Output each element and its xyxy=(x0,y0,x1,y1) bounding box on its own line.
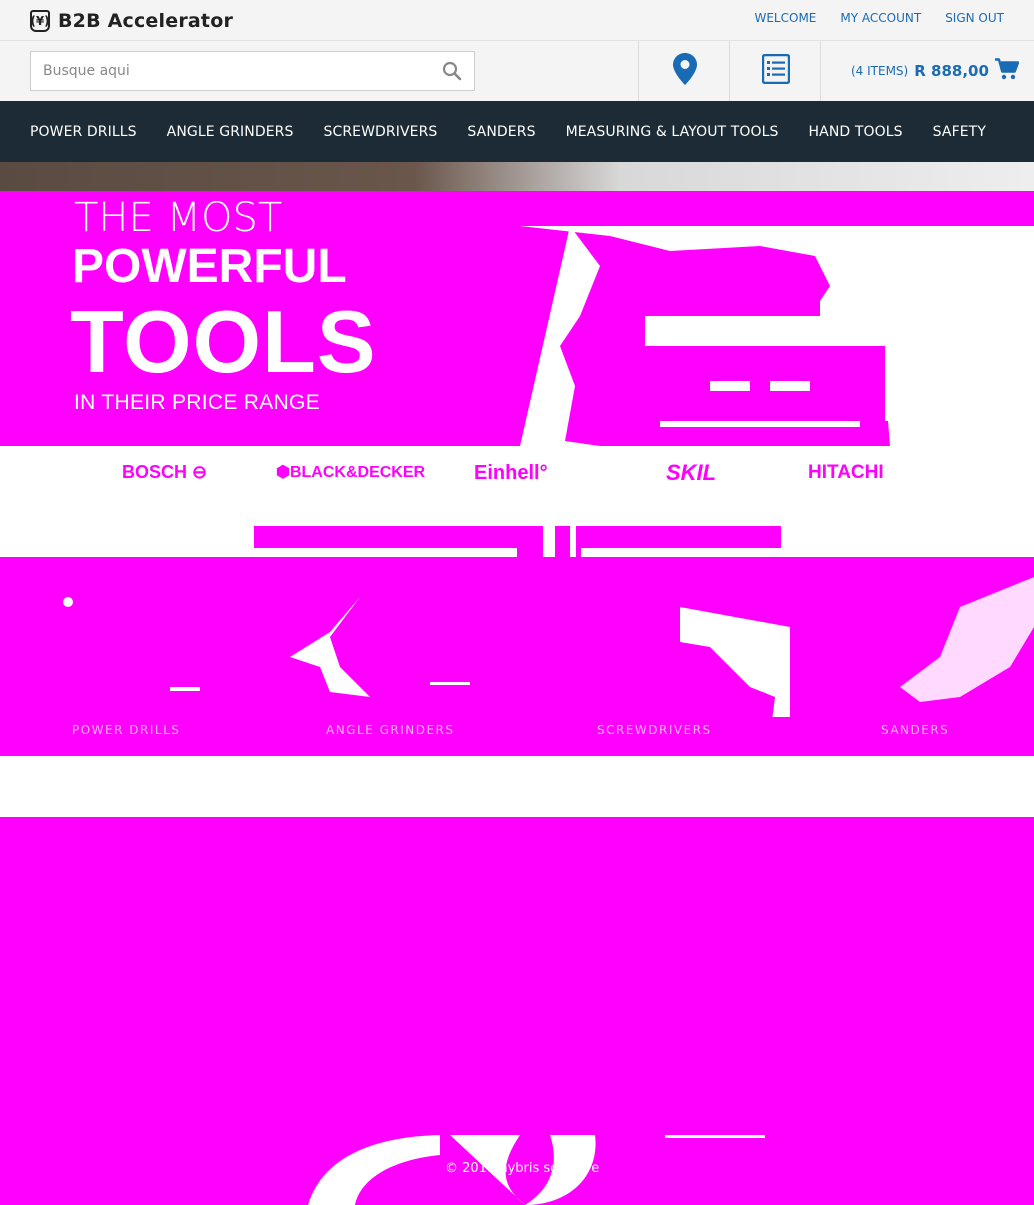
header-tools: (4 ITEMS) R 888,00 xyxy=(0,41,1034,101)
cart-icon xyxy=(994,58,1020,84)
brand-einhell[interactable]: Einhell° xyxy=(474,462,548,485)
store-locator-button[interactable] xyxy=(638,41,730,101)
top-links: WELCOME MY ACCOUNT SIGN OUT xyxy=(754,11,1004,25)
category-image-angle-grinders xyxy=(290,597,470,697)
category-label-angle-grinders[interactable]: ANGLE GRINDERS xyxy=(326,723,455,737)
nav-item-power-drills[interactable]: POWER DRILLS xyxy=(30,124,137,140)
nav-item-screwdrivers[interactable]: SCREWDRIVERS xyxy=(323,124,437,140)
brand-skil[interactable]: SKIL xyxy=(666,460,716,486)
welcome-link[interactable]: WELCOME xyxy=(754,11,816,25)
cart-total: R 888,00 xyxy=(914,62,989,80)
list-icon xyxy=(761,53,790,88)
nav-item-measuring-layout-tools[interactable]: MEASURING & LAYOUT TOOLS xyxy=(566,124,779,140)
logo-mark-icon: (¥) xyxy=(30,9,50,32)
sign-out-link[interactable]: SIGN OUT xyxy=(945,11,1004,25)
drill-image xyxy=(520,226,1034,446)
brand-black-decker[interactable]: ⬢BLACK&DECKER xyxy=(276,462,425,482)
search-icon[interactable] xyxy=(442,61,462,81)
nav-item-safety[interactable]: SAFETY xyxy=(933,124,986,140)
category-image-power-drills xyxy=(63,597,200,691)
nav-item-hand-tools[interactable]: HAND TOOLS xyxy=(809,124,903,140)
cart-item-count: (4 ITEMS) xyxy=(851,64,909,78)
top-bar: (¥) B2B Accelerator WELCOME MY ACCOUNT S… xyxy=(0,0,1034,41)
hero-line2: POWERFUL xyxy=(72,240,347,293)
brand-hitachi[interactable]: HITACHI xyxy=(808,462,884,484)
main-nav: POWER DRILLS ANGLE GRINDERS SCREWDRIVERS… xyxy=(0,101,1034,162)
brand-strip: BOSCH ⊖ ⬢BLACK&DECKER Einhell° SKIL HITA… xyxy=(0,446,1034,526)
location-pin-icon xyxy=(672,53,697,89)
hero-line3: TOOLS xyxy=(70,292,377,391)
logo-glyph: (¥) xyxy=(30,13,50,28)
category-tiles: POWER DRILLS ANGLE GRINDERS SCREWDRIVERS… xyxy=(0,557,1034,756)
quick-order-button[interactable] xyxy=(729,41,821,101)
hero-line1: THE MOST xyxy=(74,195,283,241)
nav-item-sanders[interactable]: SANDERS xyxy=(467,124,535,140)
category-label-sanders[interactable]: SANDERS xyxy=(881,723,949,737)
nav-item-angle-grinders[interactable]: ANGLE GRINDERS xyxy=(167,124,294,140)
category-label-power-drills[interactable]: POWER DRILLS xyxy=(72,723,180,737)
category-label-screwdrivers[interactable]: SCREWDRIVERS xyxy=(597,723,712,737)
search-input[interactable] xyxy=(31,52,431,90)
section-spacer xyxy=(0,756,1034,817)
category-image-screwdrivers xyxy=(680,607,790,717)
brand-bosch[interactable]: BOSCH ⊖ xyxy=(122,462,207,483)
category-image-sanders xyxy=(900,577,1034,702)
mini-cart[interactable]: (4 ITEMS) R 888,00 xyxy=(820,41,1034,101)
copyright-text: © 2018 hybris software xyxy=(445,1161,600,1176)
hero-banner[interactable]: THE MOST POWERFUL TOOLS IN THEIR PRICE R… xyxy=(0,191,1034,446)
my-account-link[interactable]: MY ACCOUNT xyxy=(840,11,921,25)
site-logo[interactable]: (¥) B2B Accelerator xyxy=(30,8,233,33)
footer xyxy=(0,817,1034,1135)
logo-text: B2B Accelerator xyxy=(58,9,234,32)
search-box xyxy=(30,51,475,91)
hero-line4: IN THEIR PRICE RANGE xyxy=(74,391,320,414)
hero-photo-strip xyxy=(0,162,1034,192)
